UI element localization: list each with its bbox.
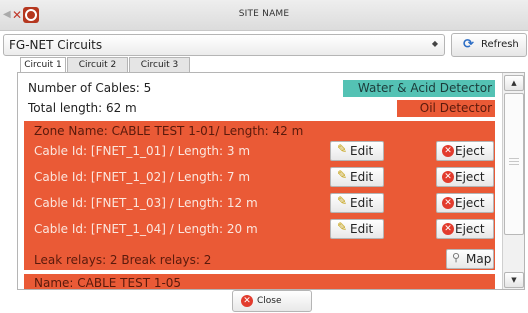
eject-x-icon: ✕ bbox=[442, 197, 454, 209]
eject-label: Eject bbox=[455, 196, 485, 210]
eject-x-icon: ✕ bbox=[442, 223, 454, 235]
refresh-icon: ⟳ bbox=[463, 37, 474, 52]
source-select[interactable]: FG-NET Circuits ◆ bbox=[3, 34, 445, 56]
close-label: Close bbox=[257, 296, 282, 306]
eject-label: Eject bbox=[455, 170, 485, 184]
edit-label: Edit bbox=[350, 222, 374, 236]
grip-line bbox=[509, 161, 519, 162]
select-arrows-icon: ◆ bbox=[431, 39, 438, 48]
close-x-icon: ✕ bbox=[241, 295, 253, 307]
cable-row: Cable Id: [FNET_1_04] / Length: 20 m ✎ E… bbox=[24, 219, 495, 239]
zone-block: Zone Name: CABLE TEST 1-01/ Length: 42 m… bbox=[24, 121, 495, 270]
edit-button[interactable]: ✎ Edit bbox=[330, 193, 384, 213]
eject-x-icon: ✕ bbox=[442, 171, 454, 183]
scroll-thumb[interactable] bbox=[504, 93, 524, 235]
cable-label: Cable Id: [FNET_1_04] / Length: 20 m bbox=[34, 222, 258, 236]
pencil-icon: ✎ bbox=[337, 142, 348, 156]
eject-label: Eject bbox=[455, 222, 485, 236]
map-button[interactable]: ⚲ Map bbox=[446, 249, 494, 269]
magnifier-icon: ⚲ bbox=[452, 251, 461, 264]
cable-label: Cable Id: [FNET_1_01] / Length: 3 m bbox=[34, 144, 251, 158]
tab-circuit-3[interactable]: Circuit 3 bbox=[129, 57, 190, 72]
edit-label: Edit bbox=[350, 144, 374, 158]
cable-count: Number of Cables: 5 bbox=[28, 81, 152, 95]
zone-title: Zone Name: CABLE TEST 1-01/ Length: 42 m bbox=[34, 124, 304, 138]
eject-button[interactable]: ✕ Eject bbox=[436, 167, 494, 187]
eject-button[interactable]: ✕ Eject bbox=[436, 193, 494, 213]
tab-circuit-1[interactable]: Circuit 1 bbox=[20, 57, 66, 73]
edit-button[interactable]: ✎ Edit bbox=[330, 219, 384, 239]
title-bar: ◀ ✕ SITE NAME bbox=[0, 0, 528, 31]
eject-button[interactable]: ✕ Eject bbox=[436, 141, 494, 161]
close-button[interactable]: ✕ Close bbox=[232, 290, 312, 312]
cable-row: Cable Id: [FNET_1_02] / Length: 7 m ✎ Ed… bbox=[24, 167, 495, 187]
next-zone-block: Name: CABLE TEST 1-05 bbox=[24, 274, 495, 290]
grip-line bbox=[509, 158, 519, 159]
oil-detector-badge: Oil Detector bbox=[397, 100, 495, 117]
cable-row: Cable Id: [FNET_1_01] / Length: 3 m ✎ Ed… bbox=[24, 141, 495, 161]
eject-label: Eject bbox=[455, 144, 485, 158]
edit-label: Edit bbox=[350, 196, 374, 210]
refresh-button[interactable]: ⟳ Refresh bbox=[451, 33, 527, 57]
eject-x-icon: ✕ bbox=[442, 145, 454, 157]
edit-button[interactable]: ✎ Edit bbox=[330, 167, 384, 187]
pencil-icon: ✎ bbox=[337, 194, 348, 208]
eject-button[interactable]: ✕ Eject bbox=[436, 219, 494, 239]
map-label: Map bbox=[466, 252, 492, 266]
relay-summary: Leak relays: 2 Break relays: 2 bbox=[34, 253, 212, 267]
scroll-up-icon[interactable]: ▲ bbox=[504, 75, 524, 91]
edit-button[interactable]: ✎ Edit bbox=[330, 141, 384, 161]
grip-line bbox=[509, 164, 519, 165]
water-detector-badge: Water & Acid Detector bbox=[343, 80, 495, 97]
edit-label: Edit bbox=[350, 170, 374, 184]
window-title: SITE NAME bbox=[238, 9, 290, 19]
scroll-down-icon[interactable]: ▼ bbox=[504, 272, 524, 288]
refresh-label: Refresh bbox=[481, 39, 519, 50]
cable-label: Cable Id: [FNET_1_03] / Length: 12 m bbox=[34, 196, 258, 210]
pencil-icon: ✎ bbox=[337, 168, 348, 182]
pencil-icon: ✎ bbox=[337, 220, 348, 234]
total-length: Total length: 62 m bbox=[28, 101, 137, 115]
tab-circuit-2[interactable]: Circuit 2 bbox=[67, 57, 128, 72]
cable-label: Cable Id: [FNET_1_02] / Length: 7 m bbox=[34, 170, 251, 184]
cable-row: Cable Id: [FNET_1_03] / Length: 12 m ✎ E… bbox=[24, 193, 495, 213]
next-zone-title: Name: CABLE TEST 1-05 bbox=[34, 276, 182, 290]
circuit-panel: Number of Cables: 5 Total length: 62 m W… bbox=[17, 72, 525, 290]
vertical-scrollbar[interactable]: ▲ ▼ bbox=[502, 73, 524, 289]
source-select-value: FG-NET Circuits bbox=[9, 38, 103, 52]
